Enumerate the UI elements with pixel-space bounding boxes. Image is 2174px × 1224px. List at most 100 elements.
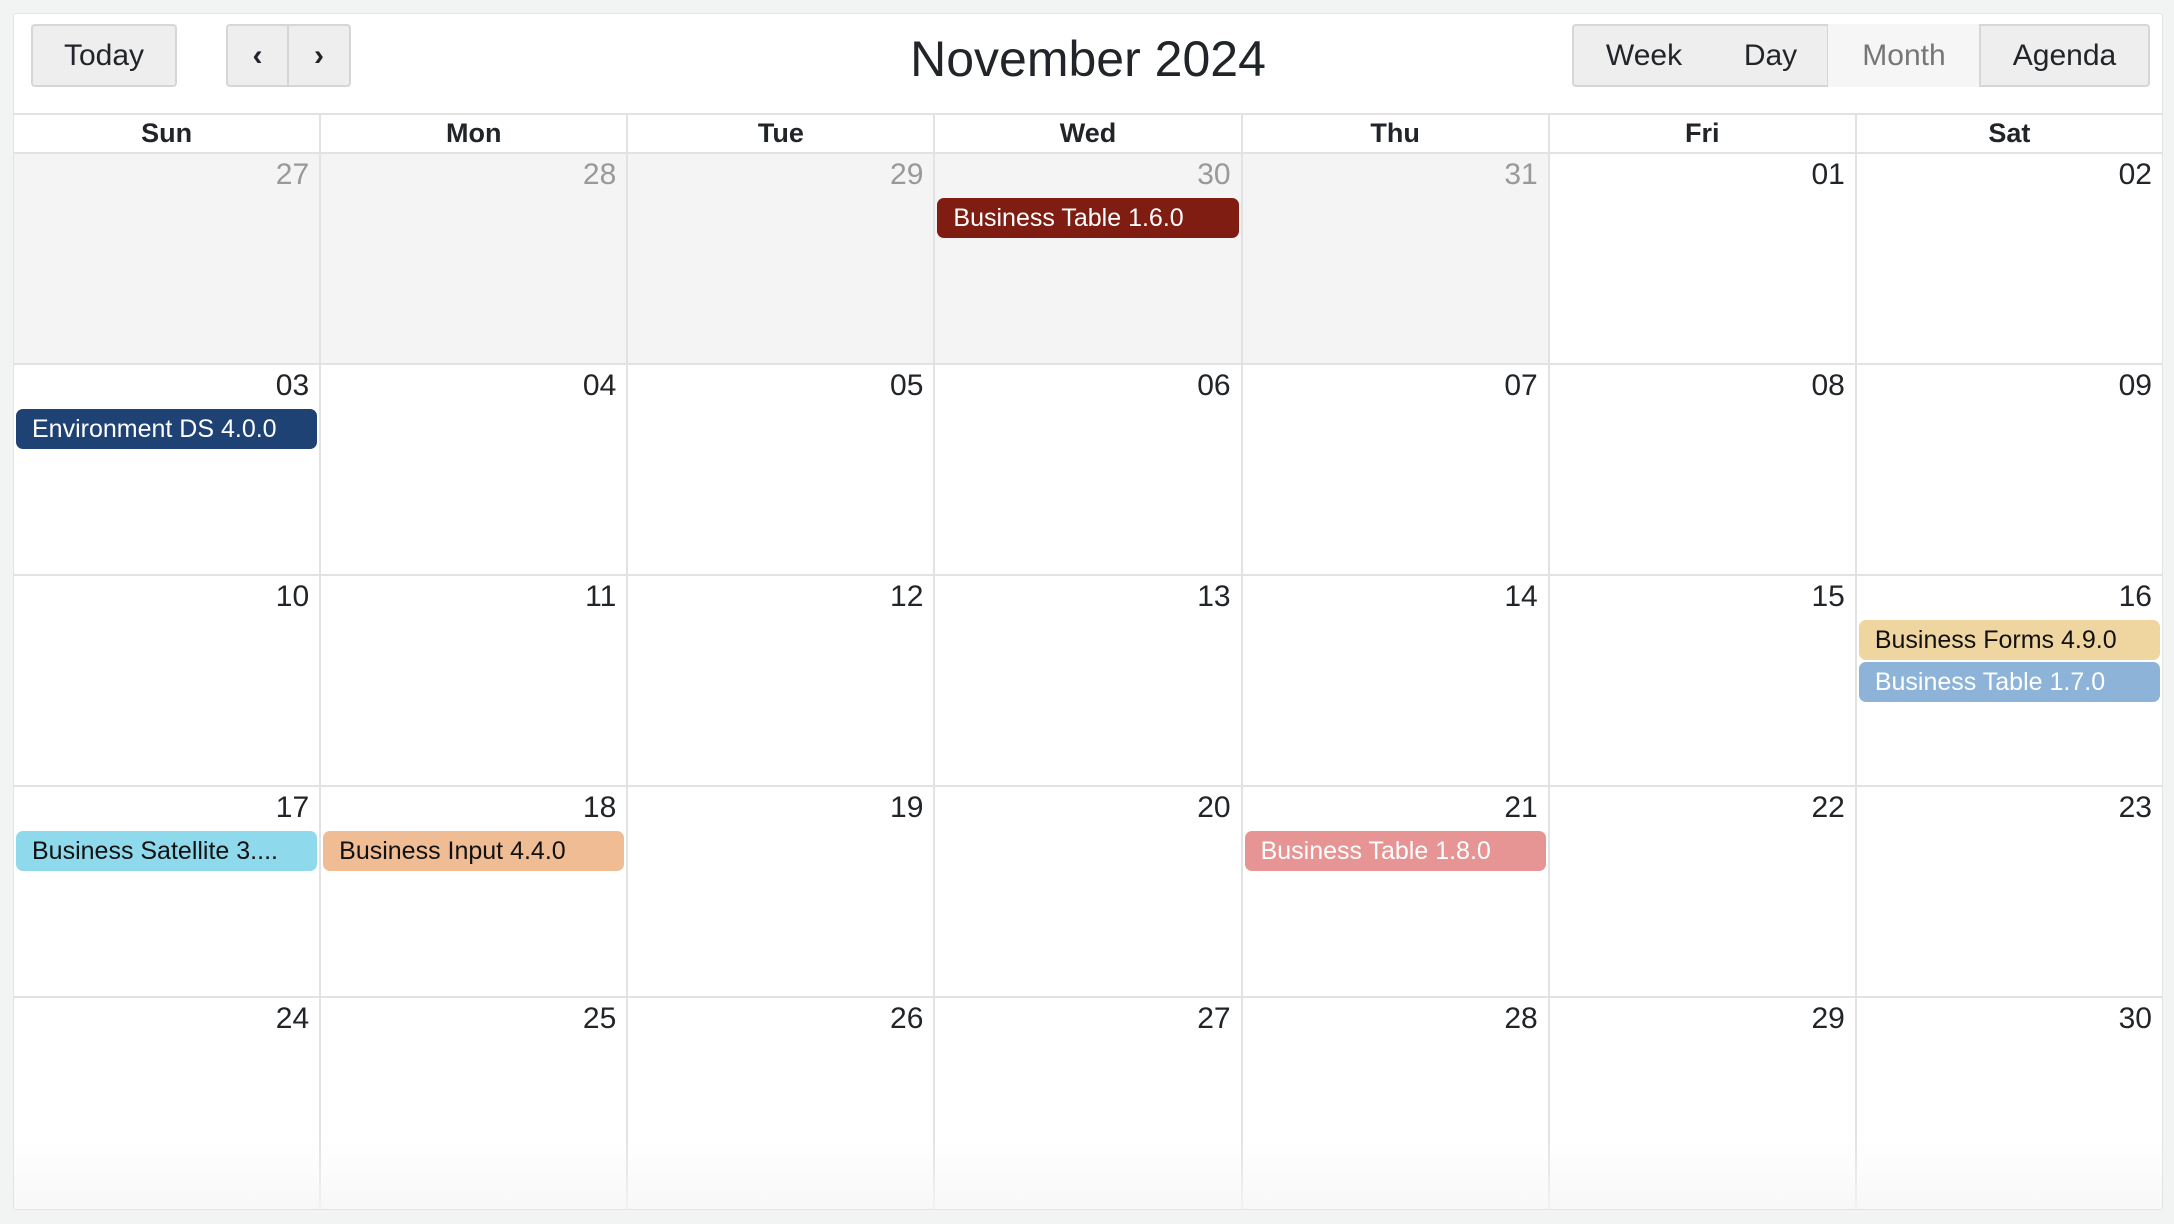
- day-cell[interactable]: 30 Business Table 1.6.0: [933, 154, 1241, 363]
- date-number[interactable]: 17: [276, 791, 309, 825]
- date-number[interactable]: 27: [1197, 1002, 1230, 1036]
- event-chip[interactable]: Business Table 1.6.0: [937, 198, 1239, 238]
- day-cell[interactable]: 21 Business Table 1.8.0: [1240, 787, 1548, 996]
- date-number[interactable]: 29: [1811, 1002, 1844, 1036]
- view-agenda-button[interactable]: Agenda: [1979, 24, 2150, 87]
- weeks-container: 27 28 29 30 Business Table 1.6.0 31 01 02 03 Envi…: [14, 154, 2162, 1209]
- day-cell[interactable]: 29: [626, 154, 934, 363]
- day-cell[interactable]: 13: [933, 576, 1241, 785]
- day-cell[interactable]: 25: [319, 998, 627, 1209]
- event-list: Business Forms 4.9.0 Business Table 1.7.0: [1858, 620, 2160, 704]
- day-cell[interactable]: 01: [1547, 154, 1855, 363]
- day-cell[interactable]: 28: [1240, 998, 1548, 1209]
- date-number[interactable]: 18: [583, 791, 616, 825]
- date-number[interactable]: 23: [2119, 791, 2152, 825]
- day-cell[interactable]: 24: [14, 998, 320, 1209]
- day-cell[interactable]: 27: [14, 154, 320, 363]
- day-cell[interactable]: 20: [933, 787, 1241, 996]
- date-number[interactable]: 12: [890, 580, 923, 614]
- date-number[interactable]: 30: [1197, 158, 1230, 192]
- day-cell[interactable]: 28: [319, 154, 627, 363]
- day-cell[interactable]: 08: [1547, 365, 1855, 574]
- date-number[interactable]: 02: [2119, 158, 2152, 192]
- date-number[interactable]: 16: [2119, 580, 2152, 614]
- date-number[interactable]: 01: [1811, 158, 1844, 192]
- date-number[interactable]: 28: [583, 158, 616, 192]
- day-cell[interactable]: 31: [1240, 154, 1548, 363]
- event-chip[interactable]: Business Table 1.7.0: [1858, 662, 2160, 702]
- day-cell[interactable]: 15: [1547, 576, 1855, 785]
- weekday-header: Sat: [1854, 115, 2162, 152]
- date-number[interactable]: 21: [1504, 791, 1537, 825]
- weekday-header: Thu: [1240, 115, 1548, 152]
- day-cell[interactable]: 12: [626, 576, 934, 785]
- event-chip[interactable]: Business Forms 4.9.0: [1858, 620, 2160, 660]
- view-switcher: Week Day Month Agenda: [1572, 24, 2150, 87]
- view-week-button[interactable]: Week: [1572, 24, 1716, 87]
- week-row: 03 Environment DS 4.0.0 04 05 06 07 08 09: [14, 365, 2162, 576]
- day-cell[interactable]: 30: [1854, 998, 2162, 1209]
- day-cell[interactable]: 29: [1547, 998, 1855, 1209]
- calendar-toolbar: Today ‹ › November 2024 Week Day Month A…: [14, 14, 2162, 113]
- day-cell[interactable]: 04: [319, 365, 627, 574]
- date-number[interactable]: 05: [890, 369, 923, 403]
- date-number[interactable]: 03: [276, 369, 309, 403]
- date-number[interactable]: 27: [276, 158, 309, 192]
- day-cell[interactable]: 18 Business Input 4.4.0: [319, 787, 627, 996]
- calendar: Today ‹ › November 2024 Week Day Month A…: [13, 13, 2163, 1210]
- date-number[interactable]: 04: [583, 369, 616, 403]
- event-chip[interactable]: Business Input 4.4.0: [323, 831, 625, 871]
- day-cell[interactable]: 19: [626, 787, 934, 996]
- day-cell[interactable]: 16 Business Forms 4.9.0 Business Table 1.7…: [1854, 576, 2162, 785]
- date-number[interactable]: 09: [2119, 369, 2152, 403]
- month-title: November 2024: [910, 31, 1266, 87]
- date-number[interactable]: 14: [1504, 580, 1537, 614]
- date-number[interactable]: 07: [1504, 369, 1537, 403]
- day-cell[interactable]: 27: [933, 998, 1241, 1209]
- date-number[interactable]: 20: [1197, 791, 1230, 825]
- next-month-button[interactable]: ›: [287, 24, 351, 87]
- chevron-left-icon: ‹: [252, 38, 263, 72]
- day-cell[interactable]: 03 Environment DS 4.0.0: [14, 365, 320, 574]
- day-cell[interactable]: 23: [1854, 787, 2162, 996]
- previous-month-button[interactable]: ‹: [226, 24, 289, 87]
- day-cell[interactable]: 07: [1240, 365, 1548, 574]
- today-button[interactable]: Today: [31, 24, 177, 87]
- date-number[interactable]: 29: [890, 158, 923, 192]
- weekday-header: Sun: [141, 118, 193, 148]
- date-number[interactable]: 08: [1811, 369, 1844, 403]
- date-number[interactable]: 10: [276, 580, 309, 614]
- event-chip[interactable]: Business Table 1.8.0: [1244, 831, 1546, 871]
- date-number[interactable]: 24: [276, 1002, 309, 1036]
- month-grid: Sun Mon Tue Wed Thu Fri Sat 27 28 29 30 Busi…: [14, 113, 2162, 1209]
- day-cell[interactable]: 26: [626, 998, 934, 1209]
- view-month-button[interactable]: Month: [1828, 24, 1980, 87]
- day-cell[interactable]: 14: [1240, 576, 1548, 785]
- date-number[interactable]: 11: [585, 580, 616, 614]
- nav-button-group: ‹ ›: [226, 24, 351, 87]
- date-number[interactable]: 13: [1197, 580, 1230, 614]
- day-cell[interactable]: 06: [933, 365, 1241, 574]
- day-cell[interactable]: 11: [319, 576, 627, 785]
- week-row: 24 25 26 27 28 29 30: [14, 998, 2162, 1209]
- date-number[interactable]: 22: [1811, 791, 1844, 825]
- day-cell[interactable]: 09: [1854, 365, 2162, 574]
- day-cell[interactable]: 05: [626, 365, 934, 574]
- day-cell[interactable]: 22: [1547, 787, 1855, 996]
- view-day-button[interactable]: Day: [1714, 24, 1829, 87]
- event-list: Business Table 1.6.0: [937, 198, 1239, 240]
- date-number[interactable]: 28: [1504, 1002, 1537, 1036]
- date-number[interactable]: 19: [890, 791, 923, 825]
- event-chip[interactable]: Environment DS 4.0.0: [16, 409, 318, 449]
- day-cell[interactable]: 17 Business Satellite 3....: [14, 787, 320, 996]
- date-number[interactable]: 06: [1197, 369, 1230, 403]
- date-number[interactable]: 15: [1811, 580, 1844, 614]
- date-number[interactable]: 30: [2119, 1002, 2152, 1036]
- week-row: 17 Business Satellite 3.... 18 Business Inp…: [14, 787, 2162, 998]
- date-number[interactable]: 25: [583, 1002, 616, 1036]
- day-cell[interactable]: 10: [14, 576, 320, 785]
- event-chip[interactable]: Business Satellite 3....: [16, 831, 318, 871]
- date-number[interactable]: 31: [1504, 158, 1537, 192]
- day-cell[interactable]: 02: [1854, 154, 2162, 363]
- date-number[interactable]: 26: [890, 1002, 923, 1036]
